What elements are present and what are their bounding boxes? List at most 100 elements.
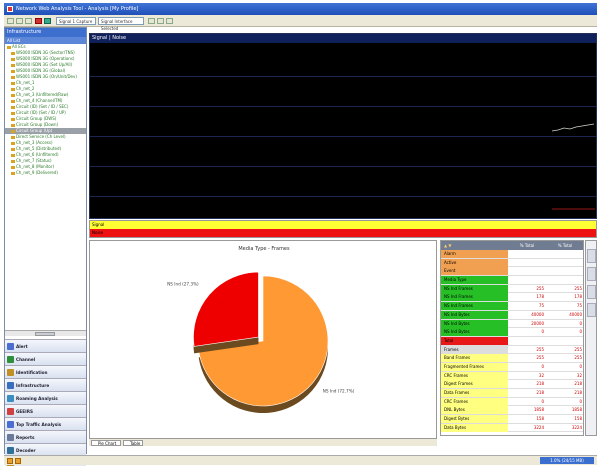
table-row[interactable]: DNL Bytes 1858 1858	[441, 406, 583, 416]
table-row[interactable]: Total	[441, 336, 583, 346]
row-value: 178	[536, 294, 544, 300]
open-icon[interactable]	[16, 18, 23, 24]
side-tab[interactable]	[587, 267, 596, 281]
save-icon[interactable]	[25, 18, 32, 24]
side-tab[interactable]	[587, 285, 596, 299]
nav-item-label: Channel	[16, 357, 36, 362]
sidebar-title: Infrastructure	[5, 28, 86, 37]
tab-table[interactable]: Table	[123, 440, 143, 446]
table-row[interactable]: CRC Frames 32 32	[441, 371, 583, 381]
folder-icon	[11, 129, 15, 133]
side-tab[interactable]	[587, 249, 596, 263]
signal-trace	[551, 123, 595, 210]
row-value: 75	[538, 303, 544, 309]
row-value: 3224	[533, 424, 544, 430]
nav-item[interactable]: Roaming Analysis	[5, 391, 86, 404]
table-row[interactable]: Data Frames 218 218	[441, 389, 583, 398]
folder-icon	[11, 141, 15, 145]
nav-item-icon	[7, 421, 14, 428]
legend-noise: Noise	[90, 229, 596, 237]
table-row[interactable]: NS Ind Frames 75 75	[441, 302, 583, 311]
table-row[interactable]: NS Ind Frames 255 255	[441, 284, 583, 294]
table-row[interactable]: Fragmented Frames 0 0	[441, 362, 583, 372]
print-icon[interactable]	[157, 18, 164, 24]
row-label: DNL Bytes	[441, 406, 508, 415]
table-header-icon: ▲ ▼	[444, 243, 452, 248]
tab-pie-chart[interactable]: Pie Chart	[91, 440, 121, 446]
table-row[interactable]: Media Type	[441, 276, 583, 285]
table-row[interactable]: CRC Frames 0 0	[441, 397, 583, 407]
interface-select[interactable]: Signal Interface Selected	[98, 17, 144, 31]
nav-item-label: Alert	[16, 344, 28, 349]
row-value: 218	[574, 381, 582, 387]
row-value: 255	[574, 355, 582, 361]
scroll-thumb[interactable]	[35, 332, 55, 336]
row-label: Data Frames	[441, 389, 508, 397]
folder-icon	[11, 111, 15, 115]
window-title: Network Web Analysis Tool - Analysis [My…	[16, 6, 139, 12]
folder-icon	[11, 165, 15, 169]
stop-icon[interactable]	[35, 18, 42, 24]
status-icon	[7, 458, 13, 464]
help-icon[interactable]	[166, 18, 173, 24]
table-row[interactable]: Active	[441, 258, 583, 268]
table-row[interactable]: Band Frames 255 255	[441, 354, 583, 363]
status-bar: 1.0% (24/15 MB)	[4, 455, 597, 465]
tree-item[interactable]: Ch_net_9 (Delivered)	[5, 170, 86, 176]
refresh-icon[interactable]	[148, 18, 155, 24]
table-body: Alarm Active Event Media Type NS Ind Frames 2…	[441, 250, 583, 433]
nav-item-icon	[7, 343, 14, 350]
folder-icon	[11, 117, 15, 121]
folder-icon	[11, 51, 15, 55]
capture-select[interactable]: Signal 1 Capture	[56, 17, 96, 25]
table-row[interactable]: NS Ind Bytes 40000 40000	[441, 310, 583, 320]
side-tab[interactable]	[587, 303, 596, 317]
row-label: Digest Frames	[441, 380, 508, 389]
row-value: 0	[579, 398, 582, 404]
table-row[interactable]: Digest Bytes 158 158	[441, 415, 583, 424]
tree-item-label: Circuit (ID) (Set / ID / SEC)	[16, 104, 69, 109]
signal-panel: Signal | Noise	[89, 33, 597, 219]
nav-item[interactable]: Infrastructure	[5, 378, 86, 391]
table-row[interactable]: NS Ind Bytes 0 0	[441, 328, 583, 337]
table-row[interactable]: Event	[441, 267, 583, 277]
table-row[interactable]: Alarm	[441, 250, 583, 259]
nav-item[interactable]: Channel	[5, 352, 86, 365]
row-label: Fragmented Frames	[441, 362, 508, 371]
table-row[interactable]: Digest Frames 218 218	[441, 380, 583, 389]
pie-chart: NS Ind (72.7%) NS Ind (27.3%)	[167, 271, 355, 413]
table-row[interactable]: NS Ind Frames 178 178	[441, 293, 583, 303]
new-icon[interactable]	[7, 18, 14, 24]
nav-item[interactable]: Alert	[5, 339, 86, 352]
signal-legend: Signal Noise	[89, 220, 597, 238]
pie-chart-panel: Media Type - Frames NS Ind (72.7%) NS Ind…	[89, 240, 437, 445]
row-value: 255	[536, 355, 544, 361]
tree-item-label: All ECs	[12, 44, 26, 49]
tree-item-label: Circuit Group (Up)	[16, 128, 53, 133]
row-value: 218	[536, 381, 544, 387]
row-value: 218	[536, 390, 544, 395]
nav-item[interactable]: Reports	[5, 430, 86, 443]
play-icon[interactable]	[44, 18, 51, 24]
row-label: NS Ind Bytes	[441, 310, 508, 319]
table-header: ▲ ▼ % Total % Total	[441, 241, 583, 250]
tree-view: All ECs WS000 ISDN 3G (Sector/TNS) WS000 I…	[5, 44, 86, 320]
row-label: Active	[441, 258, 508, 267]
row-label: CRC Frames	[441, 371, 508, 380]
tree-item-label: Direct Service (Ch Level)	[16, 134, 66, 139]
pie-slice[interactable]	[193, 271, 259, 347]
row-value: 75	[576, 303, 582, 309]
horizontal-scrollbar[interactable]	[5, 330, 86, 336]
row-label: NS Ind Bytes	[441, 328, 508, 337]
nav-item[interactable]: Top Traffic Analysis	[5, 417, 86, 430]
tree-item-label: Ch_net_4 (Channel/TM)	[16, 98, 63, 103]
nav-item-label: GEEIRS	[16, 409, 33, 414]
row-value: 0	[541, 363, 544, 369]
table-row[interactable]: NS Ind Bytes 20000 0	[441, 319, 583, 329]
tree-item-label: Ch_net_6 (Unfiltered)	[16, 152, 59, 157]
status-memory: 1.0% (24/15 MB)	[540, 457, 594, 464]
nav-item[interactable]: GEEIRS	[5, 404, 86, 417]
table-row[interactable]: Data Bytes 3224 3224	[441, 423, 583, 433]
table-row[interactable]: Frames 255 255	[441, 345, 583, 355]
nav-item[interactable]: Identification	[5, 365, 86, 378]
